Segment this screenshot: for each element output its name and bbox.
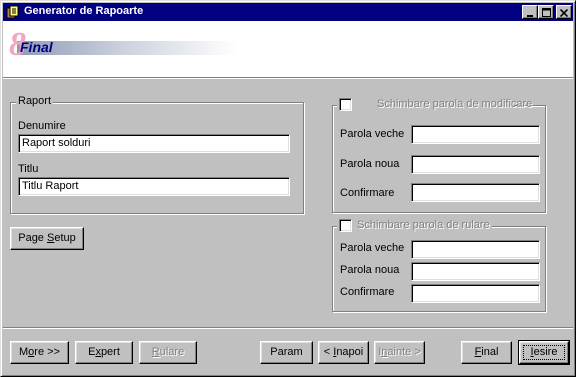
expert-button[interactable]: Expert: [75, 341, 133, 364]
more-button[interactable]: More >>: [10, 341, 69, 364]
back-button[interactable]: < Inapoi: [318, 341, 369, 364]
more-label-post: re >>: [34, 346, 60, 358]
titlu-label: Titlu: [18, 163, 39, 175]
rulare-checkbox[interactable]: [339, 219, 352, 232]
rulare-label-hotkey: R: [151, 346, 160, 358]
close-button[interactable]: [556, 5, 572, 19]
titlu-field[interactable]: Titlu Raport: [18, 177, 290, 196]
page-setup-button[interactable]: Page Setup: [10, 227, 84, 250]
modificare-confirmare-field[interactable]: [411, 183, 540, 202]
rulare-parola-noua-field[interactable]: [411, 262, 540, 281]
wizard-header: 8 Final: [3, 21, 573, 78]
modificare-parola-noua-field[interactable]: [411, 155, 540, 174]
rulare-parola-veche-label: Parola veche: [340, 242, 405, 254]
modificare-parola-veche-field[interactable]: [411, 125, 540, 144]
rulare-password-group: Schimbare parola de rulare Parola veche …: [332, 219, 546, 312]
page-setup-label-post: etup: [54, 232, 76, 244]
param-label: Param: [270, 346, 303, 358]
rulare-legend: Schimbare parola de rulare: [337, 219, 492, 233]
exit-button[interactable]: Iesire: [518, 340, 570, 365]
raport-group: Raport Denumire Raport solduri Titlu Tit…: [10, 95, 304, 214]
maximize-button[interactable]: [538, 5, 554, 19]
modificare-legend: Schimbare parola de modificare: [337, 98, 532, 112]
back-label-post: napoi: [336, 346, 364, 358]
next-label-post: ainte >: [387, 346, 421, 358]
rulare-label-post: ulare: [159, 346, 185, 358]
denumire-label: Denumire: [18, 120, 66, 132]
raport-legend: Raport: [16, 95, 54, 107]
report-generator-window: Generator de Rapoarte 8 Final Raport Den…: [0, 0, 576, 377]
modificare-checkbox[interactable]: [339, 98, 352, 111]
modificare-password-group: Schimbare parola de modificare Parola ve…: [332, 98, 546, 213]
exit-focus-rect: [523, 345, 565, 360]
rulare-parola-noua-label: Parola noua: [340, 264, 400, 276]
modificare-parola-noua-label: Parola noua: [340, 158, 400, 170]
denumire-field[interactable]: Raport solduri: [18, 134, 290, 153]
window-title: Generator de Rapoarte: [24, 5, 144, 17]
final-label-post: inal: [481, 346, 499, 358]
minimize-button[interactable]: [522, 5, 538, 19]
rulare-checkbox-label: Schimbare parola de rulare: [357, 219, 490, 231]
app-icon: [6, 5, 19, 19]
page-setup-label-pre: Page: [18, 232, 47, 244]
rulare-confirmare-label: Confirmare: [340, 286, 395, 298]
modificare-checkbox-label: Schimbare parola de modificare: [377, 98, 533, 110]
maximize-icon: [541, 8, 551, 17]
minimize-icon: [527, 15, 533, 17]
param-button[interactable]: Param: [260, 341, 313, 364]
step-title: Final: [20, 39, 53, 55]
rulare-parola-veche-field[interactable]: [411, 240, 540, 259]
final-button[interactable]: Final: [461, 341, 512, 364]
close-icon: [559, 8, 569, 18]
rulare-confirmare-field[interactable]: [411, 284, 540, 303]
footer-separator: [3, 327, 573, 329]
modificare-confirmare-label: Confirmare: [340, 187, 395, 199]
title-bar[interactable]: Generator de Rapoarte: [3, 3, 573, 21]
expert-label-post: pert: [100, 346, 120, 358]
more-label-pre: M: [19, 346, 29, 358]
back-label-pre: <: [323, 346, 334, 358]
rulare-button[interactable]: Rulare: [139, 341, 197, 364]
next-button[interactable]: Inainte >: [374, 341, 425, 364]
modificare-parola-veche-label: Parola veche: [340, 128, 405, 140]
